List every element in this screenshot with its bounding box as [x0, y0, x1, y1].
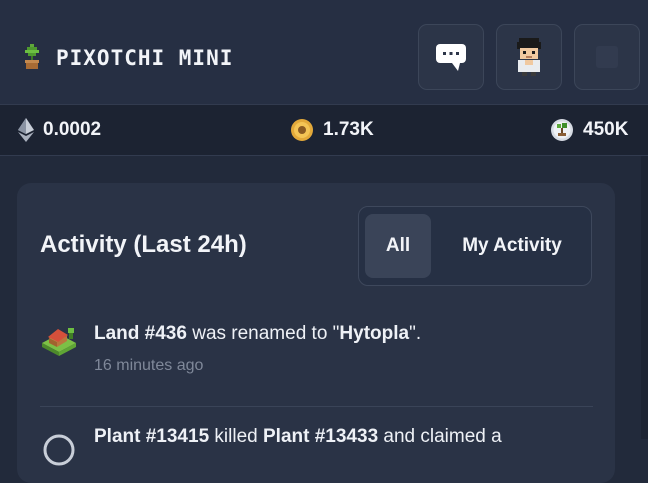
- land-plot-icon: [42, 328, 76, 356]
- activity-filter: All My Activity: [358, 206, 592, 286]
- filter-my-activity-button[interactable]: My Activity: [437, 214, 587, 278]
- filter-all-button[interactable]: All: [365, 214, 431, 278]
- divider: [40, 406, 593, 407]
- app-header: PIXOTCHI MINI: [0, 0, 648, 104]
- wallet-stats-bar: 0.0002 1.73K 450K: [0, 104, 648, 156]
- plant-link[interactable]: Plant #13415: [94, 426, 209, 447]
- activity-item: Plant #13415 killed Plant #13433 and cla…: [40, 424, 600, 466]
- menu-button[interactable]: [574, 24, 640, 90]
- chat-button[interactable]: [418, 24, 484, 90]
- leaf-token-icon: [551, 119, 573, 141]
- seed-value: 1.73K: [323, 119, 374, 140]
- land-link[interactable]: Land #436: [94, 323, 187, 344]
- activity-text: Plant #13415 killed Plant #13433 and cla…: [94, 426, 502, 447]
- app-title: PIXOTCHI MINI: [56, 46, 234, 70]
- profile-button[interactable]: [496, 24, 562, 90]
- seed-balance: 1.73K: [290, 105, 374, 155]
- activity-card: Activity (Last 24h) All My Activity Land…: [17, 183, 615, 483]
- potted-plant-icon: [25, 44, 39, 69]
- scroll-rail: [641, 156, 648, 439]
- eth-value: 0.0002: [43, 119, 102, 140]
- activity-item: Land #436 was renamed to "Hytopla". 16 m…: [40, 321, 600, 391]
- plant-icon: [43, 434, 75, 466]
- land-name: Hytopla: [339, 323, 410, 344]
- activity-time: 16 minutes ago: [94, 357, 204, 374]
- leaf-balance: 450K: [550, 105, 628, 155]
- pixel-avatar-icon: [517, 38, 541, 76]
- plant-link[interactable]: Plant #13433: [263, 426, 378, 447]
- ethereum-icon: [18, 118, 34, 142]
- leaf-value: 450K: [583, 119, 629, 140]
- seed-token-icon: [291, 119, 313, 141]
- activity-text: Land #436 was renamed to "Hytopla".: [94, 323, 422, 344]
- activity-title: Activity (Last 24h): [40, 231, 247, 258]
- chat-bubble-icon: [436, 44, 466, 71]
- eth-balance: 0.0002: [18, 105, 101, 155]
- empty-square-icon: [596, 46, 618, 68]
